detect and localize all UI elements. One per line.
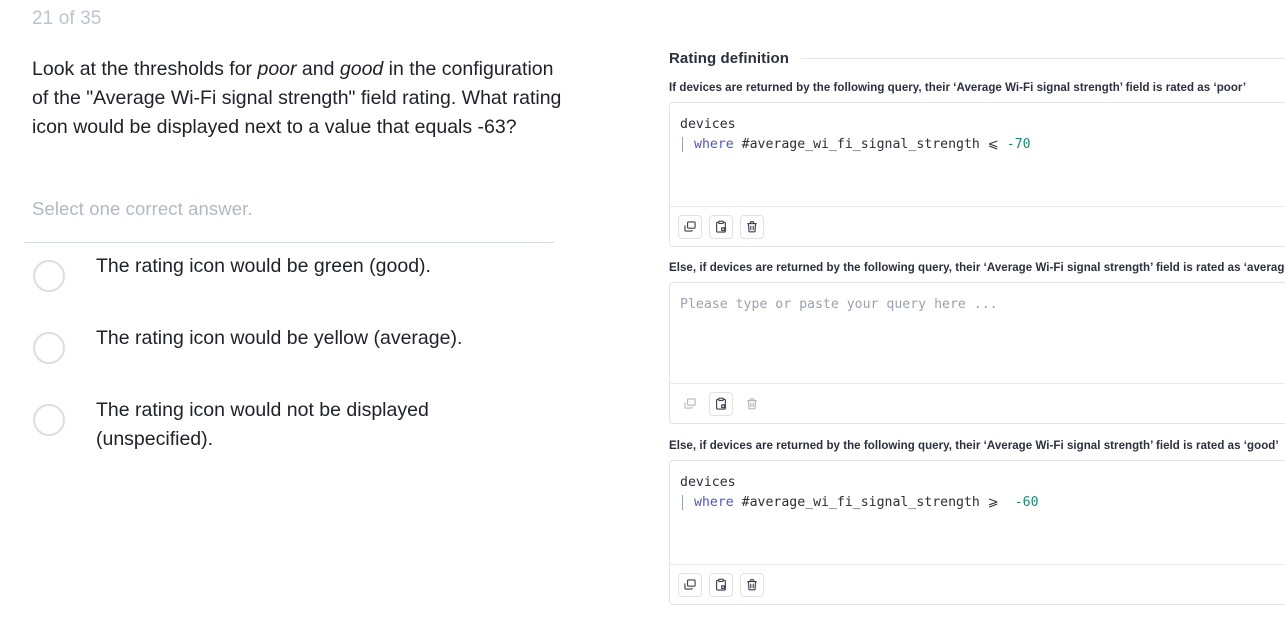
trash-icon bbox=[745, 220, 759, 234]
answer-option-label: The rating icon would be green (good). bbox=[96, 255, 431, 277]
query-operator: ⩾ bbox=[987, 495, 1015, 510]
duplicate-button bbox=[678, 392, 702, 416]
rating-rule-block-2: Else, if devices are returned by the fol… bbox=[669, 262, 1285, 424]
paste-icon bbox=[714, 578, 728, 592]
trash-icon bbox=[745, 397, 759, 411]
answer-options-list: The rating icon would be green (good). Th… bbox=[24, 252, 584, 486]
query-editor-body[interactable]: devices where #average_wi_fi_signal_stren… bbox=[670, 103, 1285, 206]
rating-rule-label: If devices are returned by the following… bbox=[669, 82, 1247, 94]
rating-definition-header: Rating definition bbox=[669, 50, 1285, 67]
query-keyword: where bbox=[694, 495, 734, 510]
duplicate-button[interactable] bbox=[678, 572, 702, 597]
trash-button bbox=[740, 392, 764, 416]
rating-rule-block-3: Else, if devices are returned by the fol… bbox=[669, 440, 1285, 605]
paste-icon bbox=[714, 397, 728, 411]
select-answer-hint-row: Select one correct answer. bbox=[24, 198, 554, 243]
header-divider bbox=[801, 58, 1285, 59]
answer-option-label: The rating icon would be yellow (average… bbox=[96, 327, 463, 349]
question-fragment: Look at the thresholds for bbox=[32, 58, 258, 80]
query-field: #average_wi_fi_signal_strength bbox=[733, 137, 988, 152]
duplicate-button[interactable] bbox=[678, 214, 702, 239]
question-fragment: and bbox=[296, 58, 340, 80]
duplicate-icon bbox=[683, 397, 697, 411]
query-code-line-1: devices bbox=[680, 475, 736, 490]
query-editor[interactable]: devices where #average_wi_fi_signal_stren… bbox=[669, 102, 1285, 247]
rating-definition-title: Rating definition bbox=[669, 50, 790, 67]
query-code-line-2: where #average_wi_fi_signal_strength ⩾ -… bbox=[680, 493, 1285, 513]
paste-button[interactable] bbox=[709, 214, 733, 239]
rating-rule-label: Else, if devices are returned by the fol… bbox=[669, 262, 1285, 274]
select-answer-hint: Select one correct answer. bbox=[32, 198, 253, 219]
question-progress-counter: 21 of 35 bbox=[32, 8, 102, 29]
paste-button[interactable] bbox=[709, 572, 733, 597]
radio-button-icon[interactable] bbox=[33, 332, 65, 364]
rating-rule-block-1: If devices are returned by the following… bbox=[669, 82, 1285, 247]
query-placeholder: Please type or paste your query here ... bbox=[680, 297, 998, 312]
query-editor[interactable]: devices where #average_wi_fi_signal_stren… bbox=[669, 460, 1285, 605]
paste-icon bbox=[714, 220, 728, 234]
quiz-column: 21 of 35 Look at the thresholds for poor… bbox=[0, 0, 640, 622]
query-keyword: where bbox=[694, 137, 734, 152]
trash-button[interactable] bbox=[740, 214, 764, 239]
trash-button[interactable] bbox=[740, 572, 764, 597]
query-value: -70 bbox=[1006, 137, 1031, 152]
quiz-page: 21 of 35 Look at the thresholds for poor… bbox=[0, 0, 1285, 622]
duplicate-icon bbox=[683, 578, 697, 592]
query-editor-toolbar bbox=[670, 206, 1285, 246]
query-editor[interactable]: Please type or paste your query here ... bbox=[669, 282, 1285, 424]
duplicate-icon bbox=[683, 220, 697, 234]
answer-option-3[interactable]: The rating icon would not be displayed (… bbox=[24, 396, 584, 454]
code-gutter-bar bbox=[682, 495, 683, 510]
trash-icon bbox=[745, 578, 759, 592]
query-editor-body[interactable]: Please type or paste your query here ... bbox=[670, 283, 1285, 383]
answer-option-label: The rating icon would not be displayed (… bbox=[96, 399, 429, 450]
query-operator: ⩽ bbox=[987, 137, 1007, 152]
rating-definition-panel: Rating definition If devices are returne… bbox=[669, 0, 1285, 622]
query-editor-toolbar bbox=[670, 564, 1285, 604]
question-fragment: poor bbox=[257, 58, 297, 80]
query-editor-toolbar bbox=[670, 383, 1285, 423]
query-value: -60 bbox=[1014, 495, 1039, 510]
radio-button-icon[interactable] bbox=[33, 404, 65, 436]
query-code-line-1: devices bbox=[680, 117, 736, 132]
query-field: #average_wi_fi_signal_strength bbox=[733, 495, 988, 510]
query-code-line-2: where #average_wi_fi_signal_strength ⩽ -… bbox=[680, 135, 1285, 155]
radio-button-icon[interactable] bbox=[33, 260, 65, 292]
question-fragment: good bbox=[339, 58, 384, 80]
code-gutter-bar bbox=[682, 137, 683, 152]
rating-rule-label: Else, if devices are returned by the fol… bbox=[669, 440, 1279, 452]
query-editor-body[interactable]: devices where #average_wi_fi_signal_stren… bbox=[670, 461, 1285, 564]
answer-option-2[interactable]: The rating icon would be yellow (average… bbox=[24, 324, 584, 364]
answer-option-1[interactable]: The rating icon would be green (good). bbox=[24, 252, 584, 292]
question-text: Look at the thresholds for poor and good… bbox=[32, 55, 572, 141]
paste-button[interactable] bbox=[709, 391, 733, 416]
